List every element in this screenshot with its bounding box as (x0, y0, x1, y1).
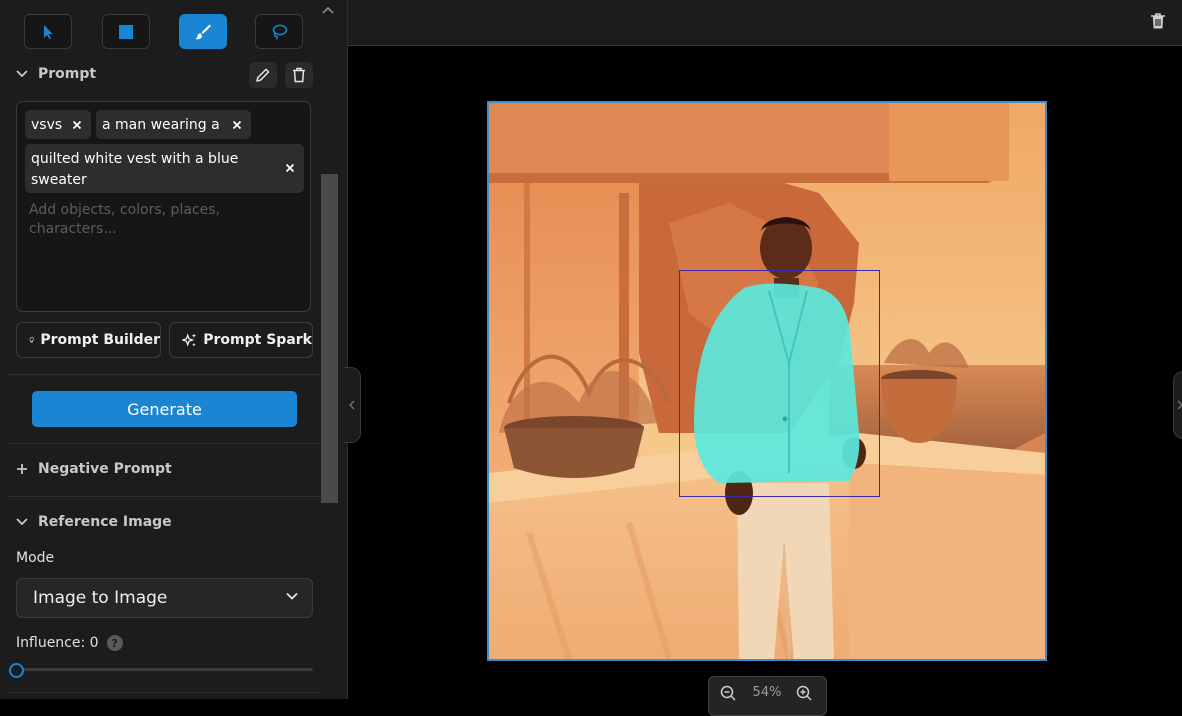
sparkle-icon (182, 333, 197, 347)
help-icon[interactable]: ? (106, 635, 123, 651)
reference-image-section-header[interactable]: Reference Image (16, 514, 172, 530)
chevron-down-icon (286, 592, 298, 600)
canvas-top-bar (348, 0, 1182, 46)
right-panel-collapse-handle[interactable] (1173, 371, 1182, 439)
prompt-title: Prompt (38, 66, 97, 82)
prompt-input-area[interactable]: vsvs a man wearing a quilted white vest … (16, 101, 311, 312)
influence-label-text: Influence: 0 (16, 635, 99, 651)
lightbulb-icon (29, 337, 34, 343)
divider (8, 374, 320, 375)
generate-button[interactable]: Generate (32, 391, 297, 427)
pencil-icon (256, 68, 270, 82)
negative-prompt-section-header[interactable]: Negative Prompt (16, 461, 172, 477)
selection-rectangle[interactable] (679, 270, 880, 497)
prompt-builder-label: Prompt Builder (40, 332, 160, 348)
prompt-spark-label: Prompt Spark (203, 332, 312, 348)
prompt-builder-button[interactable]: Prompt Builder (16, 322, 161, 358)
delete-prompt-button[interactable] (285, 62, 313, 88)
rectangle-tool-button[interactable] (102, 14, 150, 49)
mode-select-value: Image to Image (33, 588, 168, 608)
influence-slider-track[interactable] (16, 668, 313, 671)
plus-icon (17, 464, 27, 474)
close-icon[interactable] (283, 161, 297, 175)
prompt-chip-text: a man wearing a (102, 117, 220, 133)
influence-slider-thumb[interactable] (9, 663, 24, 678)
prompt-chip[interactable]: vsvs (25, 110, 91, 139)
divider (8, 496, 320, 497)
zoom-level: 54% (752, 685, 782, 700)
left-panel: Prompt vsvs a man wearing a quilted whit… (0, 0, 348, 699)
edit-prompt-button[interactable] (249, 62, 277, 88)
prompt-chip[interactable]: a man wearing a (96, 110, 251, 139)
prompt-chip-text: quilted white vest with a blue sweater (31, 151, 239, 188)
panel-scrollbar-thumb[interactable] (321, 174, 338, 503)
brush-tool-button[interactable] (179, 14, 227, 49)
chevron-down-icon (16, 518, 28, 526)
panel-collapse-handle[interactable] (344, 367, 361, 443)
prompt-spark-button[interactable]: Prompt Spark (169, 322, 313, 358)
prompt-chip[interactable]: quilted white vest with a blue sweater (25, 144, 304, 193)
trash-icon (293, 67, 305, 83)
cursor-arrow-icon (44, 24, 53, 39)
close-icon[interactable] (70, 118, 84, 132)
prompt-placeholder: Add objects, colors, places, characters.… (29, 202, 220, 237)
chevron-left-icon (349, 400, 355, 410)
prompt-section-header[interactable]: Prompt (16, 66, 96, 82)
prompt-chip-text: vsvs (31, 117, 63, 133)
trash-icon[interactable] (1150, 12, 1166, 30)
negative-prompt-title: Negative Prompt (38, 461, 172, 477)
reference-image-title: Reference Image (38, 514, 172, 530)
select-tool-button[interactable] (24, 14, 72, 49)
brush-icon (195, 24, 211, 39)
influence-label: Influence: 0 ? (16, 635, 123, 651)
mode-select[interactable]: Image to Image (16, 578, 313, 618)
lasso-tool-button[interactable] (255, 14, 303, 49)
zoom-controls: 54% (708, 676, 827, 716)
divider (8, 443, 320, 444)
square-icon (119, 24, 133, 39)
close-icon[interactable] (230, 118, 244, 132)
divider (8, 692, 320, 693)
mode-label: Mode (16, 550, 55, 566)
lasso-icon (272, 24, 288, 40)
chevron-up-icon[interactable] (322, 6, 334, 14)
chevron-right-icon (1177, 400, 1182, 410)
chevron-down-icon (16, 70, 28, 78)
